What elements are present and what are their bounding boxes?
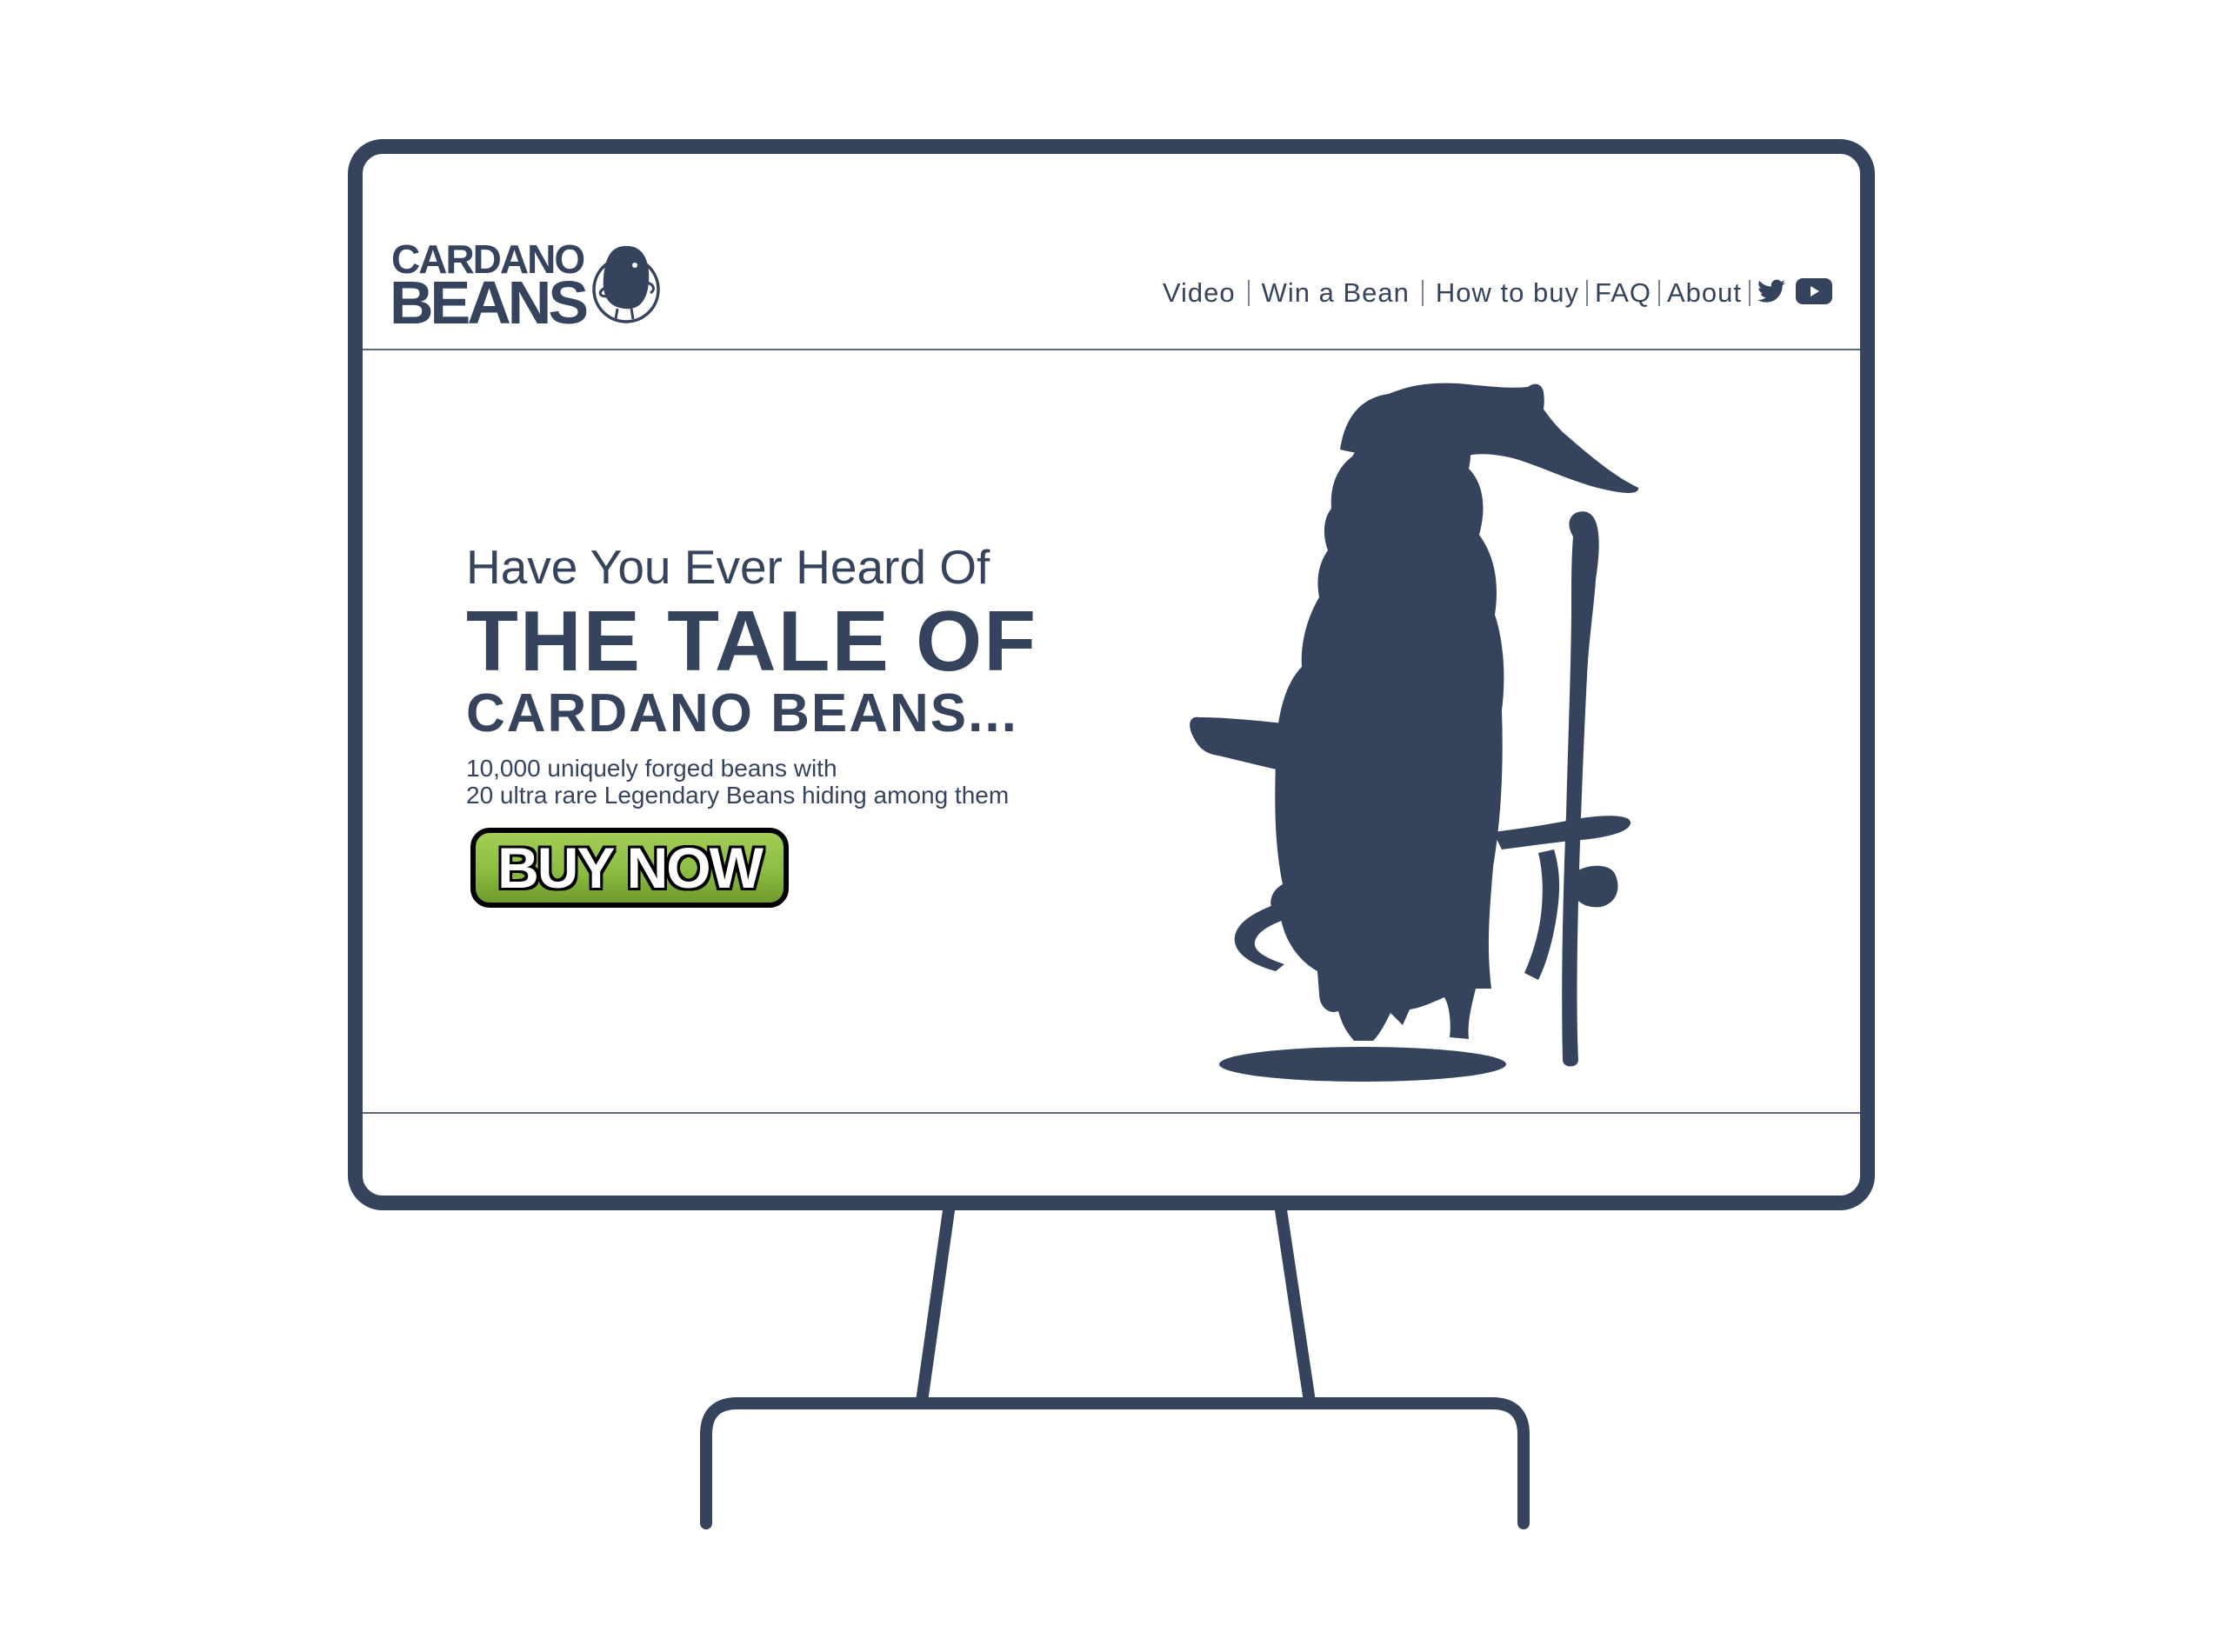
nav-item-how-to-buy[interactable]: How to buy: [1436, 276, 1579, 310]
hero-subhead: CARDANO BEANS...: [466, 683, 1018, 743]
hero-text: Have You Ever Heard Of THE TALE OF CARDA…: [466, 541, 1127, 809]
logo-text-beans: BEANS: [390, 269, 589, 336]
wizard-staff: [1562, 511, 1599, 1067]
nav-separator: [1749, 280, 1751, 306]
twitter-icon[interactable]: [1757, 279, 1785, 308]
wizard-hip-arm: [1234, 902, 1286, 971]
hero-description-line-1: 10,000 uniquely forged beans with: [466, 755, 837, 782]
hero-description-line-2: 20 ultra rare Legendary Beans hiding amo…: [466, 782, 1010, 809]
logo[interactable]: CARDANO BEANS: [390, 239, 678, 336]
site-header: CARDANO BEANS Video Win a Bean How to bu…: [363, 154, 1860, 350]
monitor-screen: CARDANO BEANS Video Win a Bean How to bu…: [348, 139, 1875, 1210]
hero-kicker: Have You Ever Heard Of: [466, 540, 990, 594]
buy-now-label: BUY NOW: [497, 836, 764, 900]
wizard-hand: [1573, 865, 1618, 908]
wizard-pointing-arm: [1190, 716, 1293, 773]
bean-mascot-icon: [592, 245, 660, 323]
nav-item-win-a-bean[interactable]: Win a Bean: [1262, 276, 1410, 310]
wizard-bean-illustration: [1190, 383, 1639, 1082]
nav-separator: [1585, 280, 1588, 306]
nav-separator: [1247, 280, 1250, 306]
ground-shadow: [1219, 1047, 1506, 1082]
nav-item-about[interactable]: About: [1667, 276, 1742, 310]
hero-headline: THE TALE OF: [466, 593, 1038, 689]
nav-separator: [1657, 280, 1660, 306]
nav-separator: [1421, 280, 1424, 306]
buy-now-button[interactable]: BUY NOW: [470, 828, 789, 908]
youtube-icon[interactable]: [1796, 277, 1832, 309]
wizard-body: [1270, 416, 1504, 1041]
bottom-divider: [363, 1112, 1860, 1114]
main-nav: Video Win a Bean How to buy FAQ About: [1163, 276, 1832, 310]
wizard-right-arm: [1493, 816, 1631, 849]
nav-item-video[interactable]: Video: [1163, 276, 1236, 310]
hero-description: 10,000 uniquely forged beans with 20 ult…: [466, 755, 1127, 809]
nav-item-faq[interactable]: FAQ: [1595, 276, 1651, 310]
